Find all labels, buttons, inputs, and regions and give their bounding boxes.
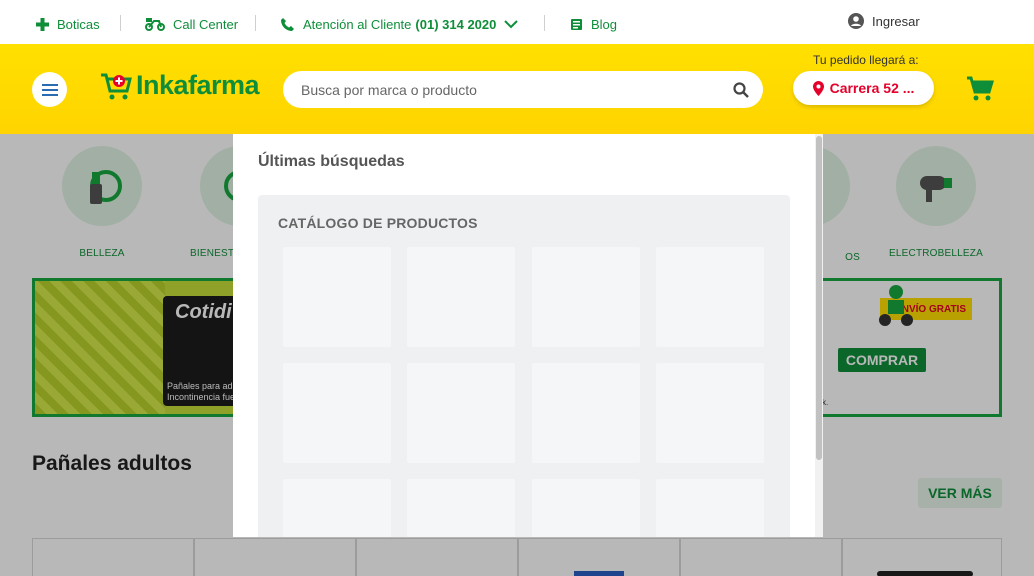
divider: [255, 15, 256, 31]
divider: [120, 15, 121, 31]
login-label: Ingresar: [872, 13, 920, 29]
catalog-item-placeholder[interactable]: [532, 363, 640, 463]
catalog-title: CATÁLOGO DE PRODUCTOS: [278, 215, 478, 231]
user-icon: [848, 13, 864, 29]
chevron-down-icon: [504, 19, 519, 28]
blog-label: Blog: [591, 16, 618, 32]
top-utility-bar: Boticas Call Center Atención al Cliente …: [0, 0, 1034, 44]
catalog-item-placeholder[interactable]: [407, 479, 515, 537]
delivery-address: Carrera 52 ...: [829, 80, 915, 96]
catalog-item-placeholder[interactable]: [656, 363, 764, 463]
catalog-item-placeholder[interactable]: [407, 247, 515, 347]
catalog-item-placeholder[interactable]: [407, 363, 515, 463]
call-center-label: Call Center: [173, 16, 239, 32]
catalog-item-placeholder[interactable]: [283, 479, 391, 537]
cart-logo-icon: [101, 73, 132, 99]
recent-searches-title: Últimas búsquedas: [258, 153, 405, 170]
scrollbar-thumb[interactable]: [816, 136, 822, 460]
product-catalog-panel: CATÁLOGO DE PRODUCTOS: [258, 195, 790, 537]
shopping-cart-icon: [967, 76, 995, 101]
search-suggestions-dropdown: Últimas búsquedas CATÁLOGO DE PRODUCTOS: [233, 134, 823, 537]
catalog-item-placeholder[interactable]: [656, 479, 764, 537]
blog-link[interactable]: Blog: [570, 15, 617, 33]
newspaper-icon: [571, 18, 582, 30]
hamburger-icon: [41, 83, 58, 96]
catalog-item-placeholder[interactable]: [283, 247, 391, 347]
atencion-phone: (01) 314 2020: [415, 16, 497, 32]
search-input[interactable]: [301, 81, 733, 98]
phone-icon: [281, 17, 294, 31]
atencion-cliente-dropdown[interactable]: Atención al Cliente (01) 314 2020: [280, 15, 519, 33]
scooter-icon: [145, 18, 165, 31]
location-pin-icon: [812, 80, 824, 96]
atencion-label: Atención al Cliente: [303, 16, 412, 32]
divider: [544, 15, 545, 31]
plus-icon: [36, 17, 49, 31]
call-center-link[interactable]: Call Center: [145, 15, 238, 33]
boticas-label: Boticas: [57, 16, 100, 32]
delivery-address-button[interactable]: Carrera 52 ...: [793, 71, 934, 105]
catalog-item-placeholder[interactable]: [532, 247, 640, 347]
search-icon[interactable]: [733, 81, 749, 98]
dropdown-scrollbar[interactable]: [815, 134, 823, 537]
menu-button[interactable]: [32, 72, 67, 107]
delivery-label: Tu pedido llegará a:: [813, 53, 919, 67]
main-header: Inkafarma Tu pedido llegará a: Carrera 5…: [0, 44, 1034, 134]
catalog-item-placeholder[interactable]: [656, 247, 764, 347]
inkafarma-logo[interactable]: Inkafarma: [100, 70, 260, 101]
logo-text: Inkafarma: [136, 70, 260, 100]
catalog-item-placeholder[interactable]: [283, 363, 391, 463]
boticas-link[interactable]: Boticas: [36, 15, 100, 33]
search-bar[interactable]: [283, 71, 763, 108]
cart-button[interactable]: [966, 75, 995, 108]
catalog-item-placeholder[interactable]: [532, 479, 640, 537]
login-button[interactable]: Ingresar: [848, 13, 920, 29]
